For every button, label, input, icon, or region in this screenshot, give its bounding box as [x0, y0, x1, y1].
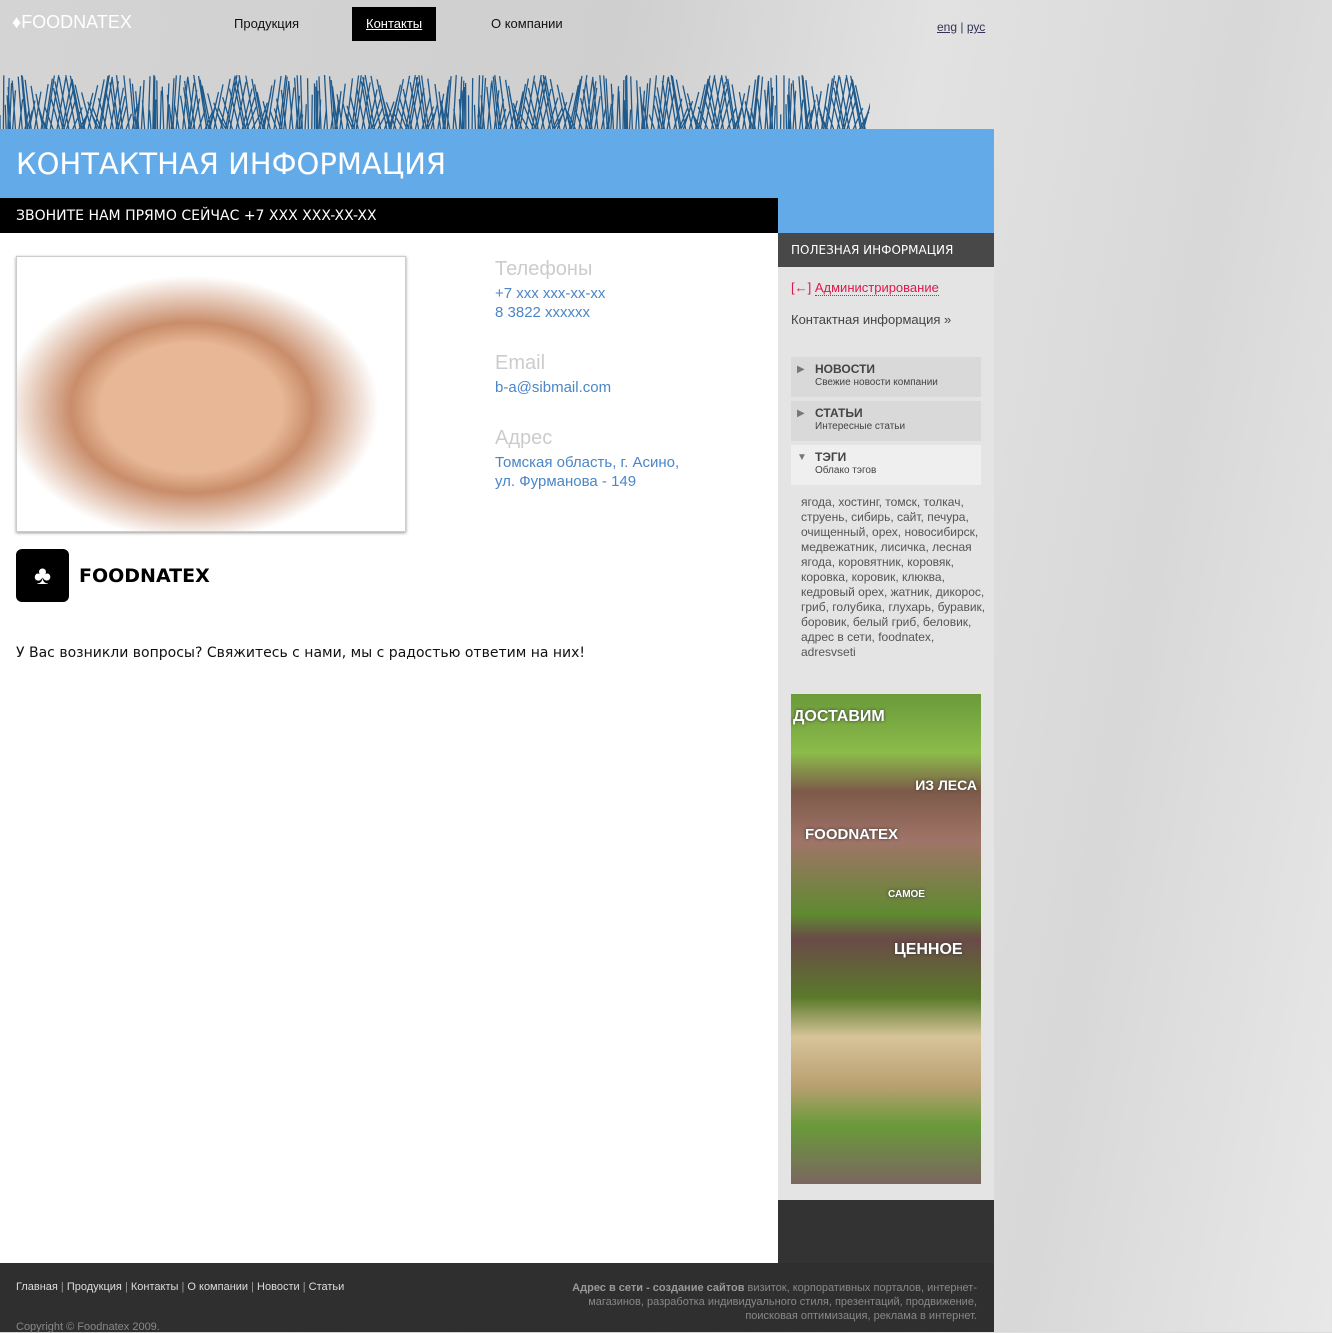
- developer-link[interactable]: Адрес в сети - создание сайтов: [572, 1282, 744, 1294]
- email-label: Email: [495, 352, 546, 374]
- section-title: НОВОСТИ: [815, 362, 876, 376]
- operator-photo: [16, 256, 406, 532]
- grass-decoration: [0, 74, 870, 130]
- phones-label: Телефоны: [495, 258, 593, 280]
- nav-products[interactable]: Продукция: [220, 7, 313, 41]
- nav-about[interactable]: О компании: [477, 7, 577, 41]
- section-subtitle: Облако тэгов: [815, 465, 877, 476]
- tag-cloud[interactable]: ягода, хостинг, томск, толкач, струень, …: [801, 495, 986, 660]
- sidebar-bottom: [778, 1200, 994, 1263]
- section-title: СТАТЬИ: [815, 406, 863, 420]
- footer-link[interactable]: Продукция: [67, 1281, 122, 1293]
- brand-block: ♣ FOODNATEX: [16, 549, 210, 602]
- accordion-articles[interactable]: ▶ СТАТЬИ Интересные статьи: [791, 401, 981, 441]
- mushroom-banner[interactable]: ДОСТАВИМ ИЗ ЛЕСА FOODNATEX САМОЕ ЦЕННОЕ: [791, 694, 981, 1184]
- banner-text-4: САМОЕ: [888, 889, 925, 900]
- triangle-right-icon: ▶: [797, 408, 805, 419]
- logo-text: FOODNATEX: [21, 12, 132, 32]
- sidebar-title: ПОЛЕЗНАЯ ИНФОРМАЦИЯ: [778, 233, 994, 267]
- page-title: КОНТАКТНАЯ ИНФОРМАЦИЯ: [16, 147, 447, 181]
- developer-credit: Адрес в сети - создание сайтов визиток, …: [560, 1281, 977, 1323]
- triangle-right-icon: ▶: [797, 364, 805, 375]
- section-title: ТЭГИ: [815, 450, 847, 464]
- accordion-news[interactable]: ▶ НОВОСТИ Свежие новости компании: [791, 357, 981, 397]
- footer-link[interactable]: Контакты: [131, 1281, 179, 1293]
- banner-text-5: ЦЕННОЕ: [894, 941, 963, 958]
- mushroom-icon: ♣: [16, 549, 69, 602]
- footer-link[interactable]: Статьи: [309, 1281, 345, 1293]
- admin-label: Администрирование: [814, 280, 939, 296]
- triangle-down-icon: ▼: [797, 452, 807, 463]
- accordion-tags[interactable]: ▼ ТЭГИ Облако тэгов: [791, 445, 981, 485]
- footer-nav: Главная | Продукция | Контакты | О компа…: [16, 1281, 345, 1293]
- nav-contacts[interactable]: Контакты: [352, 7, 437, 41]
- address-label: Адрес: [495, 427, 553, 449]
- lang-rus[interactable]: рус: [967, 20, 985, 34]
- back-arrow-icon: [←]: [791, 280, 812, 295]
- footer-link[interactable]: Новости: [257, 1281, 300, 1293]
- banner-text-1: ДОСТАВИМ: [793, 708, 885, 725]
- address-line-2: ул. Фурманова - 149: [495, 473, 637, 490]
- email-link[interactable]: b-a@sibmail.com: [495, 378, 611, 397]
- contact-info-link[interactable]: Контактная информация »: [791, 312, 951, 327]
- phone-1: +7 xxx xxx-xx-xx: [495, 285, 606, 302]
- call-bar: ЗВОНИТЕ НАМ ПРЯМО СЕЙЧАС +7 XXX XXX-XX-X…: [0, 198, 778, 233]
- footer-link[interactable]: Главная: [16, 1281, 58, 1293]
- address-line-1: Томская область, г. Асино,: [495, 454, 680, 471]
- banner-text-2: ИЗ ЛЕСА: [915, 777, 977, 793]
- admin-link[interactable]: [←] Администрирование: [791, 280, 939, 296]
- brand-name: FOODNATEX: [79, 564, 210, 587]
- footer-link[interactable]: О компании: [187, 1281, 248, 1293]
- lang-eng[interactable]: eng: [937, 20, 957, 34]
- copyright: Copyright © Foodnatex 2009.: [16, 1321, 160, 1333]
- section-subtitle: Свежие новости компании: [815, 377, 938, 388]
- banner-text-3: FOODNATEX: [805, 826, 899, 843]
- language-switcher: eng | рус: [937, 20, 986, 34]
- logo[interactable]: ♦FOODNATEX: [12, 12, 132, 33]
- section-subtitle: Интересные статьи: [815, 421, 906, 432]
- question-text: У Вас возникли вопросы? Свяжитесь с нами…: [16, 645, 586, 661]
- phone-2: 8 3822 xxxxxx: [495, 304, 591, 321]
